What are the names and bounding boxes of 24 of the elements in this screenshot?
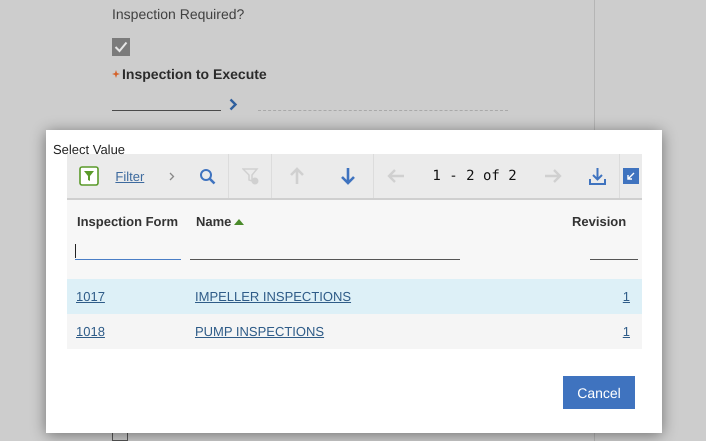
table-cell-link[interactable]: PUMP INSPECTIONS — [186, 324, 562, 339]
table-cell-link[interactable]: IMPELLER INSPECTIONS — [186, 289, 562, 304]
table-cell-link[interactable]: 1018 — [67, 324, 186, 339]
filter-icon[interactable] — [79, 166, 100, 186]
search-icon[interactable] — [198, 168, 216, 184]
column-header[interactable]: Name — [196, 214, 232, 229]
table-cell-link[interactable]: 1 — [562, 289, 642, 304]
filter-link[interactable]: Filter — [115, 168, 144, 184]
page-count: 1 - 2 of 2 — [432, 168, 517, 184]
cancel-button[interactable]: Cancel — [563, 376, 635, 409]
chevron-icon[interactable] — [229, 98, 238, 111]
field-label: Inspection to Execute — [122, 66, 267, 82]
dialog-title: Select Value — [52, 141, 126, 154]
table-row[interactable]: 1017 IMPELLER INSPECTIONS 1 — [67, 279, 642, 314]
collapse-icon[interactable] — [623, 168, 639, 184]
table-cell-link[interactable]: 1017 — [67, 289, 186, 304]
arrow-down-icon[interactable] — [340, 167, 356, 185]
filter-input[interactable] — [75, 243, 181, 260]
required-icon — [112, 70, 120, 78]
column-header[interactable]: Inspection Form — [77, 214, 178, 229]
column-header[interactable]: Revision — [572, 214, 626, 229]
field-label: Inspection Required? — [112, 6, 246, 22]
table-cell-link[interactable]: 1 — [562, 324, 642, 339]
download-icon[interactable] — [588, 167, 606, 185]
